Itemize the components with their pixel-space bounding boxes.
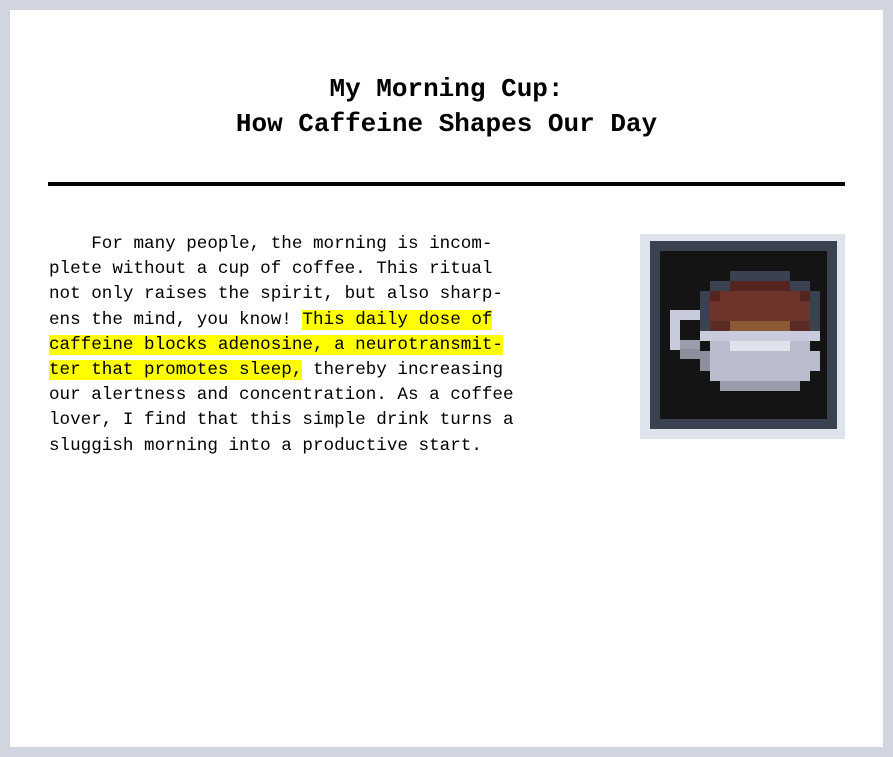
title-line-2: How Caffeine Shapes Our Day	[235, 109, 658, 139]
paragraph-line: our alertness and concentration. As a co…	[49, 385, 514, 406]
title-line-1: My Morning Cup:	[329, 74, 564, 104]
coffee-cup-pixel-icon	[650, 241, 837, 429]
paragraph-line: ter that promotes sleep, thereby increas…	[49, 360, 504, 381]
highlighted-text: caffeine blocks adenosine, a neurotransm…	[49, 334, 503, 355]
coffee-image-frame	[640, 234, 845, 439]
article-title: My Morning Cup: How Caffeine Shapes Our …	[0, 72, 893, 142]
article-paragraph: For many people, the morning is incom- p…	[49, 232, 595, 459]
paragraph-line: lover, I find that this simple drink tur…	[49, 410, 514, 431]
paragraph-line: caffeine blocks adenosine, a neurotransm…	[49, 334, 503, 355]
highlighted-text: This daily dose of	[302, 309, 493, 330]
paragraph-line: For many people, the morning is incom-	[49, 234, 493, 254]
paragraph-line: ens the mind, you know! This daily dose …	[49, 309, 493, 330]
highlighted-text: ter that promotes sleep,	[49, 360, 303, 381]
paragraph-line: plete without a cup of coffee. This ritu…	[49, 259, 493, 280]
paragraph-line: not only raises the spirit, but also sha…	[49, 284, 503, 305]
paragraph-line: sluggish morning into a productive start…	[49, 435, 482, 456]
title-divider	[48, 182, 845, 186]
